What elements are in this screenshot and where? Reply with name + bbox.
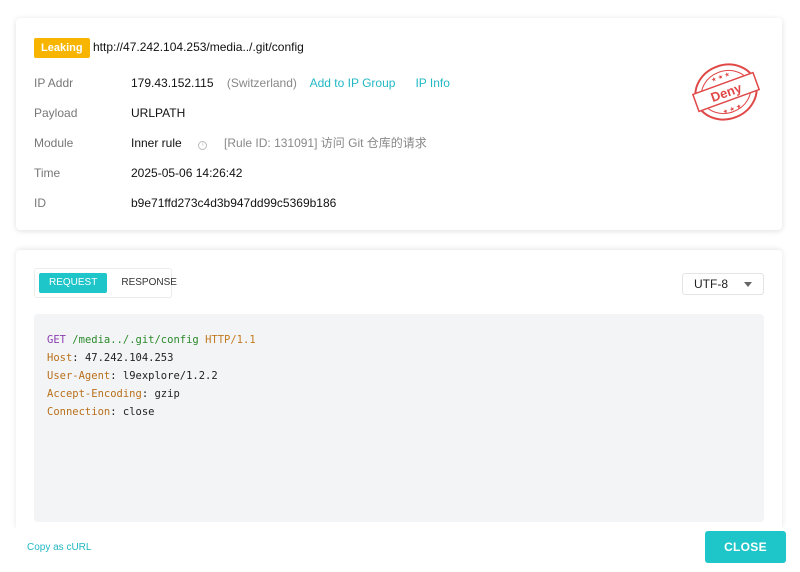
- module-value-group: Inner rule i [Rule ID: 131091] 访问 Git 仓库…: [131, 134, 427, 152]
- module-value: Inner rule: [131, 136, 182, 150]
- http-protocol: HTTP/1.1: [205, 334, 256, 346]
- encoding-select[interactable]: UTF-8: [682, 273, 764, 295]
- header-name: User-Agent: [47, 370, 111, 382]
- svg-text:★ ★ ★: ★ ★ ★: [722, 103, 743, 116]
- header-line: Accept-Encoding: gzip: [47, 388, 180, 400]
- request-line: GET /media../.git/config HTTP/1.1: [47, 331, 751, 349]
- status-badge: Leaking: [34, 38, 90, 58]
- payload-label: Payload: [34, 106, 78, 120]
- encoding-value: UTF-8: [694, 277, 728, 291]
- header-value: l9explore/1.2.2: [122, 370, 218, 382]
- header-value: 47.242.104.253: [84, 352, 174, 364]
- http-path: /media../.git/config: [72, 334, 199, 346]
- id-label: ID: [34, 196, 46, 210]
- tab-response[interactable]: RESPONSE: [111, 273, 187, 293]
- header-line: User-Agent: l9explore/1.2.2: [47, 370, 218, 382]
- module-row: Module Inner rule i [Rule ID: 131091] 访问…: [34, 134, 754, 152]
- id-value: b9e71ffd273c4d3b947dd99c5369b186: [131, 196, 337, 210]
- module-rule-detail: [Rule ID: 131091] 访问 Git 仓库的请求: [224, 136, 427, 150]
- raw-request-view[interactable]: GET /media../.git/config HTTP/1.1 Host: 4…: [34, 314, 764, 522]
- request-viewer-card: REQUEST RESPONSE UTF-8 GET /media../.git…: [16, 250, 782, 530]
- header-name: Host: [47, 352, 73, 364]
- time-value: 2025-05-06 14:26:42: [131, 166, 243, 180]
- ip-info-link[interactable]: IP Info: [415, 76, 449, 90]
- add-to-ip-group-link[interactable]: Add to IP Group: [310, 76, 396, 90]
- ip-value-group: 179.43.152.115 (Switzerland) Add to IP G…: [131, 74, 450, 92]
- header-line: Host: 47.242.104.253: [47, 352, 174, 364]
- header-value: gzip: [154, 388, 180, 400]
- id-row: ID b9e71ffd273c4d3b947dd99c5369b186: [34, 194, 754, 212]
- ip-country: (Switzerland): [226, 76, 297, 90]
- event-detail-card: Leaking http://47.242.104.253/media../.g…: [16, 18, 782, 230]
- copy-as-curl-link[interactable]: Copy as cURL: [27, 542, 91, 553]
- ip-row: IP Addr 179.43.152.115 (Switzerland) Add…: [34, 74, 754, 92]
- request-response-tabs: REQUEST RESPONSE: [34, 268, 177, 298]
- info-circle-icon[interactable]: i: [198, 141, 208, 150]
- ip-address: 179.43.152.115: [131, 76, 214, 90]
- caret-down-icon: [744, 282, 752, 287]
- close-button[interactable]: CLOSE: [705, 531, 786, 563]
- header-name: Connection: [47, 406, 111, 418]
- module-label: Module: [34, 136, 74, 150]
- tab-request[interactable]: REQUEST: [39, 273, 108, 293]
- deny-stamp-icon: Deny ★ ★ ★ ★ ★ ★: [692, 63, 760, 121]
- request-url: http://47.242.104.253/media../.git/confi…: [93, 40, 304, 54]
- ip-label: IP Addr: [34, 76, 74, 90]
- payload-row: Payload URLPATH: [34, 104, 754, 122]
- dialog-footer: Copy as cURL CLOSE: [0, 528, 800, 572]
- http-method: GET: [47, 334, 66, 346]
- payload-value: URLPATH: [131, 106, 186, 120]
- time-row: Time 2025-05-06 14:26:42: [34, 164, 754, 182]
- header-line: Connection: close: [47, 406, 155, 418]
- header-value: close: [122, 406, 155, 418]
- time-label: Time: [34, 166, 61, 180]
- header-name: Accept-Encoding: [47, 388, 142, 400]
